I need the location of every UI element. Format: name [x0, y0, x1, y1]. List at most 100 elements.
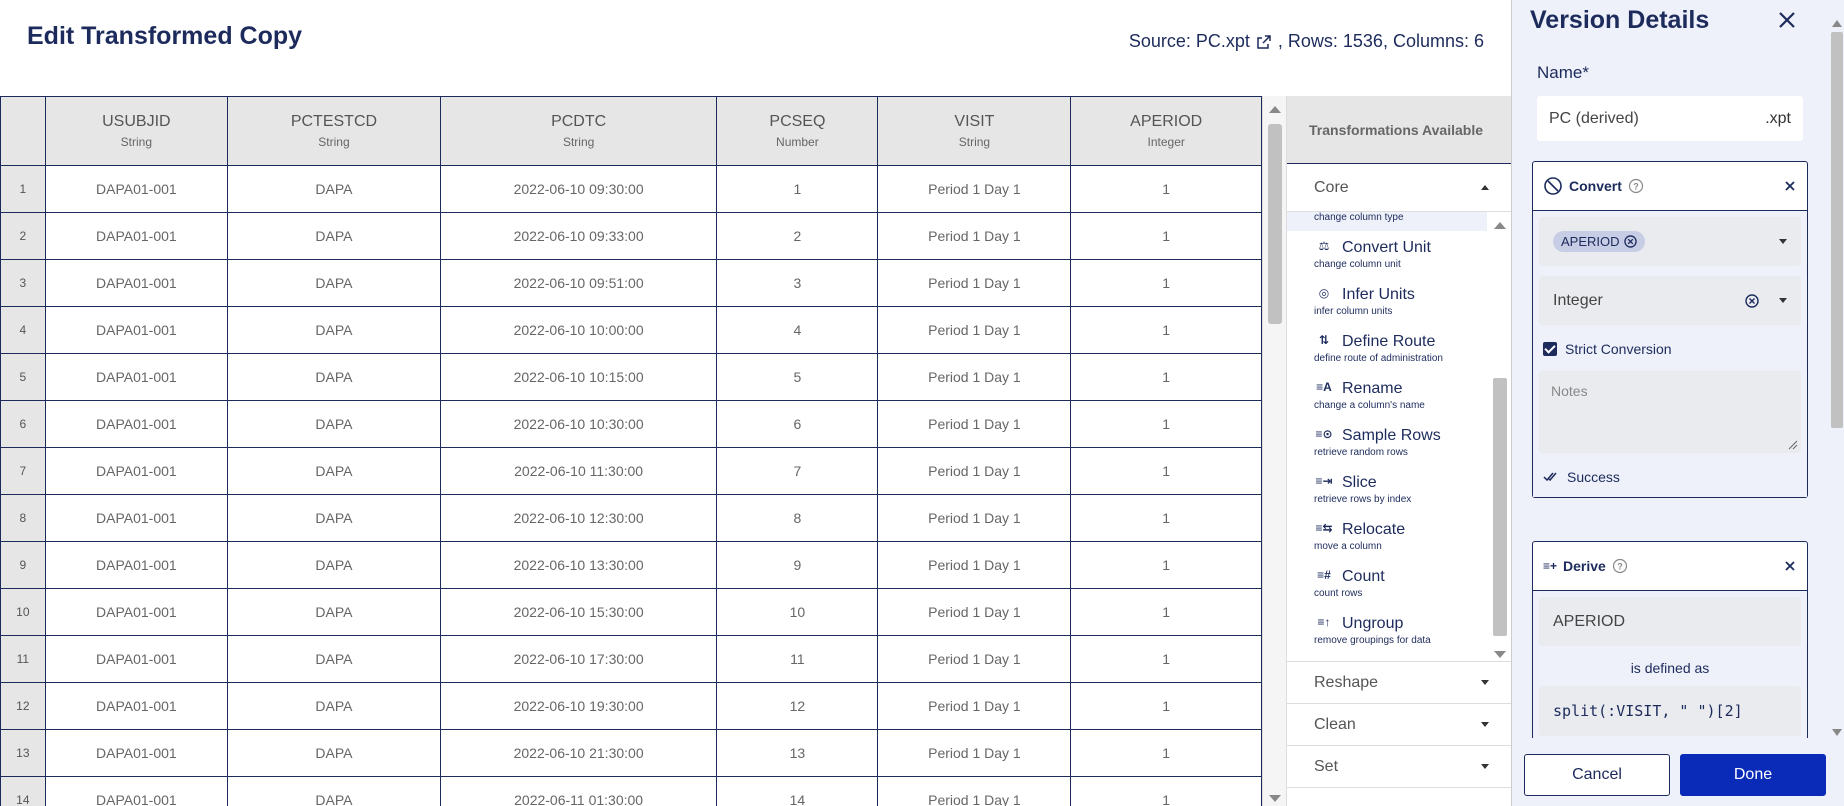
table-cell[interactable]: DAPA01-001 [44, 305, 229, 354]
table-cell[interactable]: Period 1 Day 1 [877, 258, 1072, 307]
table-cell[interactable]: 2022-06-10 21:30:00 [439, 728, 718, 777]
table-cell[interactable]: DAPA [227, 540, 441, 589]
help-icon[interactable]: ? [1612, 558, 1628, 574]
column-select[interactable]: APERIOD [1539, 217, 1801, 266]
table-cell[interactable]: DAPA01-001 [44, 681, 229, 730]
table-cell[interactable]: 4 [716, 305, 879, 354]
table-cell[interactable]: 2022-06-10 09:30:00 [439, 164, 718, 213]
table-cell[interactable]: 1 [1070, 728, 1262, 777]
table-cell[interactable]: DAPA01-001 [44, 587, 229, 636]
table-cell[interactable]: 14 [716, 775, 879, 806]
table-cell[interactable]: DAPA01-001 [44, 728, 229, 777]
resize-handle-icon[interactable] [1788, 440, 1798, 450]
table-cell[interactable]: DAPA01-001 [44, 258, 229, 307]
version-panel-scrollbar[interactable] [1828, 18, 1844, 738]
remove-chip-icon[interactable] [1623, 235, 1637, 248]
table-cell[interactable]: 2022-06-10 10:00:00 [439, 305, 718, 354]
table-cell[interactable]: Period 1 Day 1 [877, 728, 1072, 777]
table-cell[interactable]: DAPA01-001 [44, 775, 229, 806]
table-cell[interactable]: Period 1 Day 1 [877, 634, 1072, 683]
derive-column-input[interactable]: APERIOD [1539, 597, 1801, 646]
transformation-item-convert[interactable]: ⊘Convertchange column type [1287, 212, 1487, 231]
core-list-scrollbar[interactable] [1487, 212, 1511, 661]
group-core[interactable]: Core [1287, 164, 1511, 212]
table-cell[interactable]: 2022-06-10 12:30:00 [439, 493, 718, 542]
scroll-up-arrow-icon[interactable] [1269, 106, 1281, 113]
table-cell[interactable]: 1 [1070, 211, 1262, 260]
table-cell[interactable]: DAPA [227, 634, 441, 683]
table-cell[interactable]: 11 [716, 634, 879, 683]
transformation-item-ungroup[interactable]: ≡↑ Ungroup remove groupings for data [1287, 607, 1487, 654]
table-cell[interactable]: 3 [716, 258, 879, 307]
column-header-pcdtc[interactable]: PCDTC String [439, 97, 718, 166]
scroll-down-arrow-icon[interactable] [1832, 729, 1842, 736]
done-button[interactable]: Done [1680, 754, 1826, 796]
table-cell[interactable]: Period 1 Day 1 [877, 352, 1072, 401]
table-cell[interactable]: 1 [1070, 493, 1262, 542]
table-cell[interactable]: DAPA01-001 [44, 164, 229, 213]
table-cell[interactable]: 13 [716, 728, 879, 777]
group-set[interactable]: Set [1287, 746, 1511, 788]
table-cell[interactable]: Period 1 Day 1 [877, 540, 1072, 589]
table-cell[interactable]: DAPA [227, 164, 441, 213]
table-cell[interactable]: Period 1 Day 1 [877, 775, 1072, 806]
scroll-up-arrow-icon[interactable] [1494, 222, 1506, 229]
table-cell[interactable]: 9 [716, 540, 879, 589]
table-cell[interactable]: DAPA01-001 [44, 399, 229, 448]
transformation-item-sample-rows[interactable]: ≡⊙ Sample Rows retrieve random rows [1287, 419, 1487, 466]
table-cell[interactable]: DAPA01-001 [44, 352, 229, 401]
table-cell[interactable]: 1 [716, 164, 879, 213]
close-icon[interactable] [1783, 559, 1797, 573]
table-cell[interactable]: DAPA [227, 493, 441, 542]
scroll-up-arrow-icon[interactable] [1832, 20, 1842, 27]
table-cell[interactable]: 2022-06-10 10:15:00 [439, 352, 718, 401]
table-cell[interactable]: DAPA [227, 352, 441, 401]
table-cell[interactable]: DAPA [227, 681, 441, 730]
table-cell[interactable]: DAPA [227, 587, 441, 636]
transformation-item-convert-unit[interactable]: ⚖ Convert Unit change column unit [1287, 231, 1487, 278]
notes-textarea[interactable]: Notes [1539, 371, 1801, 453]
table-cell[interactable]: DAPA01-001 [44, 540, 229, 589]
external-link-icon[interactable] [1256, 34, 1272, 50]
transformation-item-relocate[interactable]: ≡⇆ Relocate move a column [1287, 513, 1487, 560]
table-cell[interactable]: Period 1 Day 1 [877, 681, 1072, 730]
transformation-item-infer-units[interactable]: ◎ Infer Units infer column units [1287, 278, 1487, 325]
table-cell[interactable]: 7 [716, 446, 879, 495]
transformation-item-slice[interactable]: ≡⇥ Slice retrieve rows by index [1287, 466, 1487, 513]
table-cell[interactable]: 1 [1070, 352, 1262, 401]
help-icon[interactable]: ? [1628, 178, 1644, 194]
close-icon[interactable] [1783, 179, 1797, 193]
transformation-item-count[interactable]: ≡# Count count rows [1287, 560, 1487, 607]
transformation-item-rename[interactable]: ≡A Rename change a column's name [1287, 372, 1487, 419]
column-header-pcseq[interactable]: PCSEQ Number [716, 97, 879, 166]
table-cell[interactable]: 1 [1070, 164, 1262, 213]
core-scroll-thumb[interactable] [1493, 378, 1507, 636]
table-cell[interactable]: 2022-06-11 01:30:00 [439, 775, 718, 806]
group-clean[interactable]: Clean [1287, 704, 1511, 746]
table-cell[interactable]: 1 [1070, 258, 1262, 307]
chevron-down-icon[interactable] [1779, 298, 1787, 303]
table-cell[interactable]: DAPA [227, 305, 441, 354]
group-reshape[interactable]: Reshape [1287, 662, 1511, 704]
table-cell[interactable]: 1 [1070, 634, 1262, 683]
table-cell[interactable]: DAPA [227, 446, 441, 495]
column-header-pctestcd[interactable]: PCTESTCD String [227, 97, 441, 166]
table-cell[interactable]: 2022-06-10 11:30:00 [439, 446, 718, 495]
transformation-item-define-route[interactable]: ⇅ Define Route define route of administrat… [1287, 325, 1487, 372]
table-cell[interactable]: DAPA [227, 399, 441, 448]
type-select[interactable]: Integer [1539, 276, 1801, 325]
close-icon[interactable] [1775, 8, 1799, 32]
table-cell[interactable]: 2022-06-10 17:30:00 [439, 634, 718, 683]
chevron-down-icon[interactable] [1779, 239, 1787, 244]
table-cell[interactable]: 1 [1070, 399, 1262, 448]
cancel-button[interactable]: Cancel [1524, 754, 1670, 796]
table-cell[interactable]: 2022-06-10 09:51:00 [439, 258, 718, 307]
table-cell[interactable]: Period 1 Day 1 [877, 164, 1072, 213]
table-cell[interactable]: 12 [716, 681, 879, 730]
table-cell[interactable]: 10 [716, 587, 879, 636]
table-cell[interactable]: 2022-06-10 15:30:00 [439, 587, 718, 636]
clear-icon[interactable] [1745, 293, 1759, 308]
table-cell[interactable]: 1 [1070, 446, 1262, 495]
table-cell[interactable]: 1 [1070, 775, 1262, 806]
table-cell[interactable]: Period 1 Day 1 [877, 587, 1072, 636]
